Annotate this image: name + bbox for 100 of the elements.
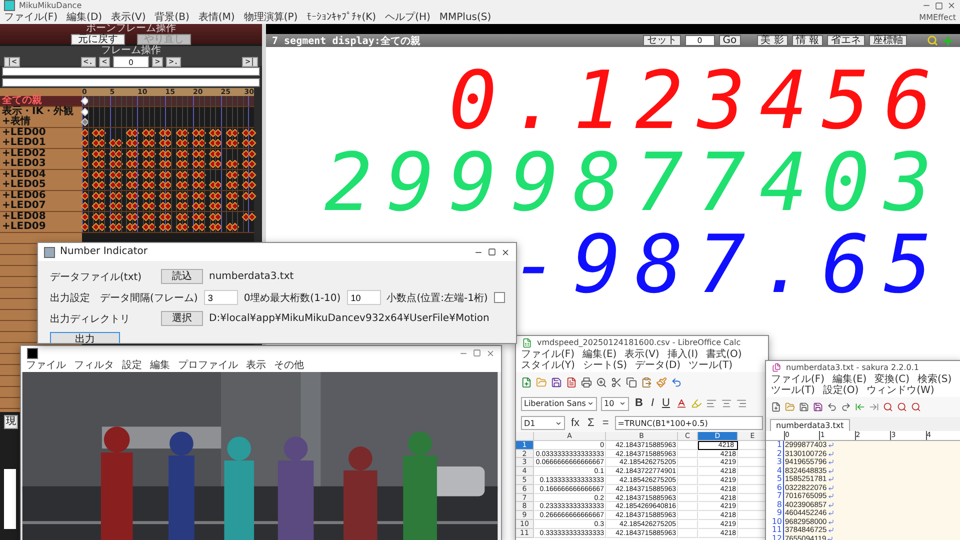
track-name[interactable]: +LED03 bbox=[0, 159, 82, 170]
digits-field[interactable]: 10 bbox=[346, 290, 381, 305]
track-name[interactable]: 全ての親 bbox=[0, 96, 82, 107]
nav-button[interactable]: < bbox=[99, 57, 110, 67]
formula-button[interactable]: = bbox=[600, 418, 611, 428]
segment-display-number: 0.123456 bbox=[448, 61, 946, 141]
menu-item[interactable]: 設定(O) bbox=[822, 386, 859, 396]
panel-title: ボーンフレーム操作 bbox=[86, 24, 176, 34]
viewport-title: 7 segment display:全ての親 bbox=[272, 34, 420, 48]
format-button[interactable]: U bbox=[660, 398, 672, 409]
menu-item[interactable]: 変換(C) bbox=[874, 375, 910, 385]
set-button[interactable]: セット bbox=[642, 35, 681, 46]
segment-display-number: -987.65 bbox=[510, 225, 946, 305]
font-size-field[interactable]: 10 bbox=[601, 396, 629, 410]
window-title: vmdspeed_20250124181600.csv - LibreOffice Calc bbox=[537, 338, 741, 346]
nav-button[interactable]: |< bbox=[4, 57, 20, 67]
menu-item[interactable]: 表示(V) bbox=[111, 12, 146, 22]
file-tab[interactable]: numberdata3.txt bbox=[770, 419, 850, 431]
segment-display-number: 2999877403 bbox=[324, 143, 946, 223]
font-name-field[interactable]: Liberation Sans bbox=[521, 396, 597, 410]
track-name[interactable]: +LED01 bbox=[0, 138, 82, 149]
menu-item[interactable]: ファイル bbox=[26, 361, 66, 371]
format-button[interactable]: I bbox=[648, 398, 656, 409]
nav-button[interactable]: >| bbox=[242, 57, 258, 67]
field-label: データファイル(txt) bbox=[50, 270, 143, 284]
menu-item[interactable]: ヘルプ(H) bbox=[385, 12, 430, 22]
cell-reference-field[interactable]: D1 bbox=[521, 416, 565, 430]
nav-button[interactable]: > bbox=[152, 57, 163, 67]
menu-item[interactable]: シート(S) bbox=[582, 361, 628, 371]
track-name[interactable]: +LED07 bbox=[0, 201, 82, 212]
window-title: Number Indicator bbox=[60, 247, 148, 257]
field-label: 出力ディレクトリ bbox=[50, 312, 131, 326]
track-name[interactable]: +LED00 bbox=[0, 128, 82, 138]
line-number: 5 bbox=[766, 475, 784, 484]
line-number: 11 bbox=[766, 526, 784, 534]
mmeffect-menu[interactable]: MMEffect bbox=[919, 14, 956, 22]
track-name[interactable]: +LED09 bbox=[0, 222, 82, 233]
line-number: 3 bbox=[766, 458, 784, 466]
formula-field[interactable]: =TRUNC(B1*100+0.5) bbox=[614, 416, 763, 430]
line-number: 9 bbox=[766, 509, 784, 518]
menu-item[interactable]: 編集(E) bbox=[582, 350, 617, 360]
track-name[interactable]: +LED04 bbox=[0, 170, 82, 180]
file-name: numberdata3.txt bbox=[209, 271, 294, 282]
panel-title: フレーム操作 bbox=[101, 46, 161, 56]
tool-button[interactable]: 省エネ bbox=[827, 35, 865, 46]
menu-item[interactable]: その他 bbox=[274, 361, 304, 371]
menu-item[interactable]: ファイル(F) bbox=[521, 350, 575, 360]
window-title: MikuMikuDance bbox=[19, 2, 82, 10]
nav-button[interactable]: <. bbox=[80, 57, 96, 67]
track-name[interactable]: +LED02 bbox=[0, 148, 82, 160]
menu-item[interactable]: ウィンドウ(W) bbox=[866, 386, 934, 396]
menu-item[interactable]: フィルタ bbox=[74, 361, 114, 371]
track-name[interactable]: +LED06 bbox=[0, 190, 82, 202]
field-label: 小数点(位置:左端-1桁) bbox=[386, 292, 488, 304]
menu-item[interactable]: 編集(D) bbox=[66, 12, 102, 22]
tool-button[interactable]: 美 影 bbox=[756, 35, 788, 46]
menu-item[interactable]: ﾓｰｼｮﾝｷｬﾌﾟﾁｬ(K) bbox=[306, 12, 376, 22]
track-name[interactable]: +LED05 bbox=[0, 180, 82, 191]
current-button[interactable]: 現 bbox=[4, 415, 18, 429]
field-label: 0埋め最大桁数(1-10) bbox=[244, 292, 341, 304]
menu-item[interactable]: ファイル(F) bbox=[4, 12, 58, 22]
line-number: 1 bbox=[766, 441, 784, 450]
tool-button[interactable]: 座標軸 bbox=[869, 35, 907, 46]
field-label: 出力設定 bbox=[50, 292, 91, 304]
format-button[interactable]: B bbox=[633, 398, 645, 409]
menu-item[interactable]: 編集 bbox=[150, 361, 170, 371]
nav-button[interactable]: >. bbox=[166, 57, 182, 67]
menu-item[interactable]: ツール(T) bbox=[688, 361, 733, 371]
frame-field[interactable]: 0 bbox=[113, 56, 149, 68]
track-name[interactable]: +表情 bbox=[0, 117, 82, 128]
menu-item[interactable]: 編集(E) bbox=[832, 375, 867, 385]
menu-item[interactable]: 表示(V) bbox=[624, 350, 660, 360]
menu-item[interactable]: ファイル(F) bbox=[771, 375, 825, 385]
undo-button[interactable]: 元に戻す bbox=[71, 34, 125, 45]
menu-item[interactable]: 表示 bbox=[246, 361, 266, 371]
formula-button[interactable]: fx bbox=[568, 418, 582, 428]
menu-item[interactable]: スタイル(Y) bbox=[521, 361, 575, 371]
tool-button[interactable]: 情 報 bbox=[792, 35, 823, 46]
menu-item[interactable]: プロファイル bbox=[178, 361, 238, 371]
frame-field[interactable]: 0 bbox=[684, 35, 715, 46]
menu-item[interactable]: 物理演算(P) bbox=[244, 12, 298, 22]
menu-item[interactable]: 背景(B) bbox=[154, 12, 190, 22]
interval-field[interactable]: 3 bbox=[204, 290, 238, 305]
menu-item[interactable]: MMPlus(S) bbox=[439, 12, 492, 22]
load-button[interactable]: 読込 bbox=[161, 269, 203, 284]
go-button[interactable]: Go bbox=[718, 35, 741, 46]
menu-item[interactable]: ツール(T) bbox=[771, 386, 815, 396]
output-button[interactable]: 出力 bbox=[50, 332, 120, 343]
menu-item[interactable]: 検索(S) bbox=[917, 375, 952, 385]
menu-item[interactable]: 設定 bbox=[122, 361, 142, 371]
menu-item[interactable]: データ(D) bbox=[635, 361, 681, 371]
select-button[interactable]: 選択 bbox=[161, 311, 203, 326]
menu-item[interactable]: 挿入(I) bbox=[667, 350, 698, 360]
menu-item[interactable]: 書式(O) bbox=[706, 350, 742, 360]
line-number: 7 bbox=[766, 492, 784, 500]
field-label: データ間隔(フレーム) bbox=[100, 292, 198, 304]
formula-button[interactable]: Σ bbox=[586, 418, 596, 428]
menu-item[interactable]: 表情(M) bbox=[198, 12, 235, 22]
track-name[interactable]: +LED08 bbox=[0, 212, 82, 222]
window-title: numberdata3.txt - sakura 2.2.0.1 bbox=[786, 364, 919, 372]
